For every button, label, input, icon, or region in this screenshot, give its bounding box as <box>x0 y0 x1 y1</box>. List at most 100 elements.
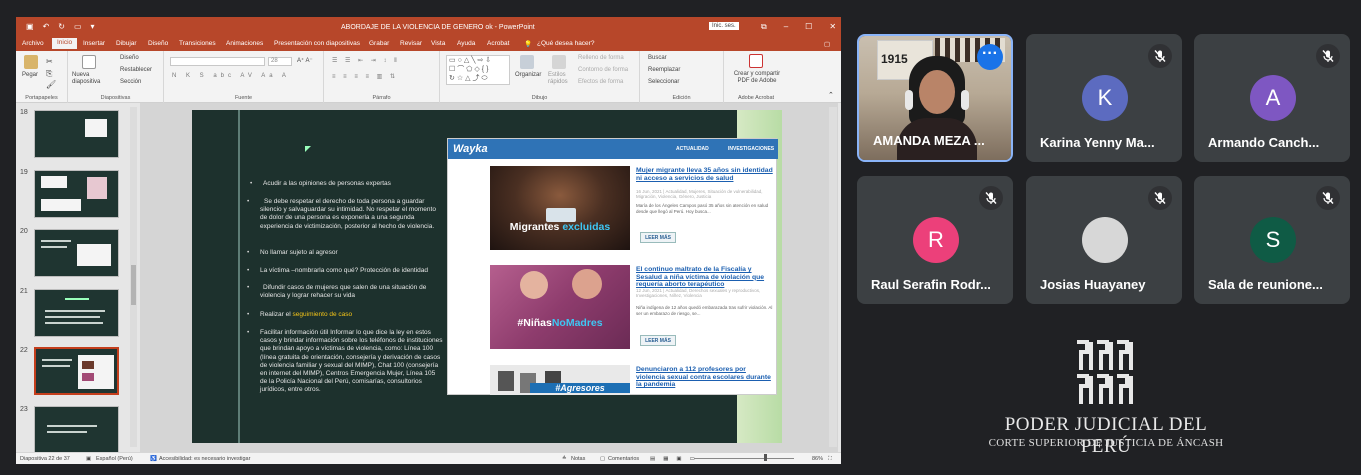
shapes-gallery[interactable]: ▭○△╲⇨⇩ ☐⌒⬠◇{} ↻☆△⤴⬭ <box>446 55 510 85</box>
tab-grabar[interactable]: Grabar <box>369 40 389 47</box>
participant-name: Raul Serafin Rodr... <box>871 277 991 292</box>
bullet-text: Se debe respetar el derecho de toda pers… <box>260 198 436 230</box>
participant-tile[interactable]: R Raul Serafin Rodr... <box>857 176 1013 304</box>
select-button[interactable]: Seleccionar <box>648 79 679 85</box>
section-button[interactable]: Sección <box>120 79 141 85</box>
view-buttons[interactable]: ▤▦▣▭ <box>650 456 703 462</box>
accessibility-icon[interactable]: ♿ <box>150 456 157 462</box>
save-icon[interactable]: ▣ <box>26 23 34 31</box>
scroll-thumb[interactable] <box>131 265 136 305</box>
avatar-photo <box>1082 217 1128 263</box>
mic-off-icon <box>1148 44 1172 68</box>
paste-icon[interactable] <box>24 55 38 69</box>
tab-insertar[interactable]: Insertar <box>83 40 105 47</box>
tab-inicio[interactable]: Inicio <box>52 38 78 49</box>
ribbon-display-icon[interactable]: ⧉ <box>761 22 767 31</box>
quick-styles-button[interactable]: Estilos rápidos <box>548 72 570 86</box>
list-icons[interactable]: ☰ ☰ ⇤ ⇥ ↕ ⫴ <box>332 57 400 65</box>
slide-thumbnail[interactable] <box>34 170 119 218</box>
minimize-icon[interactable]: – <box>784 22 788 31</box>
slide-thumbnail-selected[interactable] <box>34 347 119 395</box>
status-bar: Diapositiva 22 de 37 ▣ Español (Perú) ♿ … <box>16 452 841 464</box>
arrange-icon[interactable] <box>520 55 534 69</box>
pdf-icon[interactable] <box>749 54 763 68</box>
find-button[interactable]: Buscar <box>648 55 667 61</box>
quick-styles-icon[interactable] <box>552 55 566 69</box>
bullet-text: Realizar el <box>260 311 291 318</box>
comments-status-icon[interactable]: ▢ <box>600 456 605 462</box>
zoom-slider-thumb[interactable] <box>764 454 767 461</box>
tab-animaciones[interactable]: Animaciones <box>226 40 263 47</box>
present-icon[interactable]: ▭ <box>74 23 82 31</box>
comments-icon[interactable]: ▢ <box>824 40 830 48</box>
participant-tile[interactable]: Josias Huayaney <box>1026 176 1182 304</box>
participant-tile[interactable]: S Sala de reunione... <box>1194 176 1350 304</box>
sign-in-button[interactable]: Inic. ses. <box>709 22 739 30</box>
editor-scrollbar[interactable] <box>829 107 837 447</box>
font-format-icons[interactable]: N K S abc AV Aa A <box>172 73 290 79</box>
participant-tile-speaking[interactable]: 1915 ··· AMANDA MEZA ... <box>857 34 1013 162</box>
slide-thumbnail[interactable] <box>34 289 119 337</box>
shape-outline-button[interactable]: Contorno de forma <box>578 67 628 73</box>
align-icons[interactable]: ≡ ≡ ≡ ≡ ▥ ⇅ <box>332 73 398 80</box>
tab-transiciones[interactable]: Transiciones <box>179 40 216 47</box>
collapse-ribbon-icon[interactable]: ⌃ <box>828 91 834 99</box>
notes-button[interactable]: Notas <box>571 456 585 462</box>
arrange-button[interactable]: Organizar <box>515 72 541 78</box>
ribbon-home: Pegar ✂ ⎘ 🖌 Portapapeles Nueva diapositi… <box>16 51 841 103</box>
cut-icon[interactable]: ✂ <box>46 57 53 66</box>
slide-thumbnail[interactable] <box>34 406 119 454</box>
read-more-button: LEER MÁS <box>640 232 676 243</box>
tab-revisar[interactable]: Revisar <box>400 40 422 47</box>
customize-qat-icon[interactable]: ▾ <box>91 23 95 31</box>
group-portapapeles: Pegar ✂ ⎘ 🖌 Portapapeles <box>16 51 68 103</box>
tell-me-search[interactable]: ¿Qué desea hacer? <box>537 40 594 47</box>
participant-tile[interactable]: A Armando Canch... <box>1194 34 1350 162</box>
slide-thumbnail[interactable] <box>34 110 119 158</box>
zoom-level[interactable]: 86% <box>812 456 823 462</box>
comments-button[interactable]: Comentarios <box>608 456 639 462</box>
accessibility-status[interactable]: Accesibilidad: es necesario investigar <box>159 456 250 462</box>
maximize-icon[interactable]: ☐ <box>805 22 812 31</box>
more-options-button[interactable]: ··· <box>977 44 1003 70</box>
thumbnail-scrollbar[interactable] <box>130 107 137 447</box>
copy-icon[interactable]: ⎘ <box>46 69 52 79</box>
paste-button[interactable]: Pegar <box>22 72 38 78</box>
article-image: Migrantes excluidas <box>490 166 630 250</box>
tab-presentacion[interactable]: Presentación con diapositivas <box>274 40 360 47</box>
tab-diseno[interactable]: Diseño <box>148 40 168 47</box>
notes-icon[interactable]: ≙ <box>562 456 567 462</box>
layout-button[interactable]: Diseño <box>120 55 139 61</box>
create-pdf-button[interactable]: Crear y compartir PDF de Adobe <box>728 71 786 85</box>
tab-ayuda[interactable]: Ayuda <box>457 40 475 47</box>
participant-tile[interactable]: K Karina Yenny Ma... <box>1026 34 1182 162</box>
grow-font-icon[interactable]: A⁺ A⁻ <box>297 57 313 64</box>
reset-button[interactable]: Restablecer <box>120 67 152 73</box>
font-family-field[interactable] <box>170 57 265 66</box>
group-dibujo: ▭○△╲⇨⇩ ☐⌒⬠◇{} ↻☆△⤴⬭ Organizar Estilos rápi… <box>440 51 640 103</box>
redo-icon[interactable]: ↻ <box>58 23 65 31</box>
tab-vista[interactable]: Vista <box>431 40 445 47</box>
fit-slide-icon[interactable]: ⛶ <box>828 456 832 463</box>
new-slide-button[interactable]: Nueva diapositiva <box>72 72 114 86</box>
slide-decoration <box>305 146 311 152</box>
new-slide-icon[interactable] <box>82 55 96 69</box>
language-status[interactable]: Español (Perú) <box>96 456 133 462</box>
group-diapositivas: Nueva diapositiva Diseño Restablecer Sec… <box>68 51 164 103</box>
format-painter-icon[interactable]: 🖌 <box>46 80 56 89</box>
tab-acrobat[interactable]: Acrobat <box>487 40 509 47</box>
zoom-slider[interactable] <box>694 458 794 459</box>
tab-dibujar[interactable]: Dibujar <box>116 40 137 47</box>
mic-off-icon <box>979 186 1003 210</box>
close-icon[interactable]: ✕ <box>829 22 836 31</box>
avatar: R <box>913 217 959 263</box>
slide-thumbnail[interactable] <box>34 229 119 277</box>
spelling-icon[interactable]: ▣ <box>86 456 91 462</box>
shape-fill-button[interactable]: Relleno de forma <box>578 55 624 61</box>
undo-icon[interactable]: ↶ <box>43 23 50 31</box>
font-size-field[interactable]: 28 <box>268 57 292 66</box>
shape-effects-button[interactable]: Efectos de forma <box>578 79 623 85</box>
participant-name: Karina Yenny Ma... <box>1040 135 1155 150</box>
tab-archivo[interactable]: Archivo <box>22 40 44 47</box>
replace-button[interactable]: Reemplazar <box>648 67 680 73</box>
